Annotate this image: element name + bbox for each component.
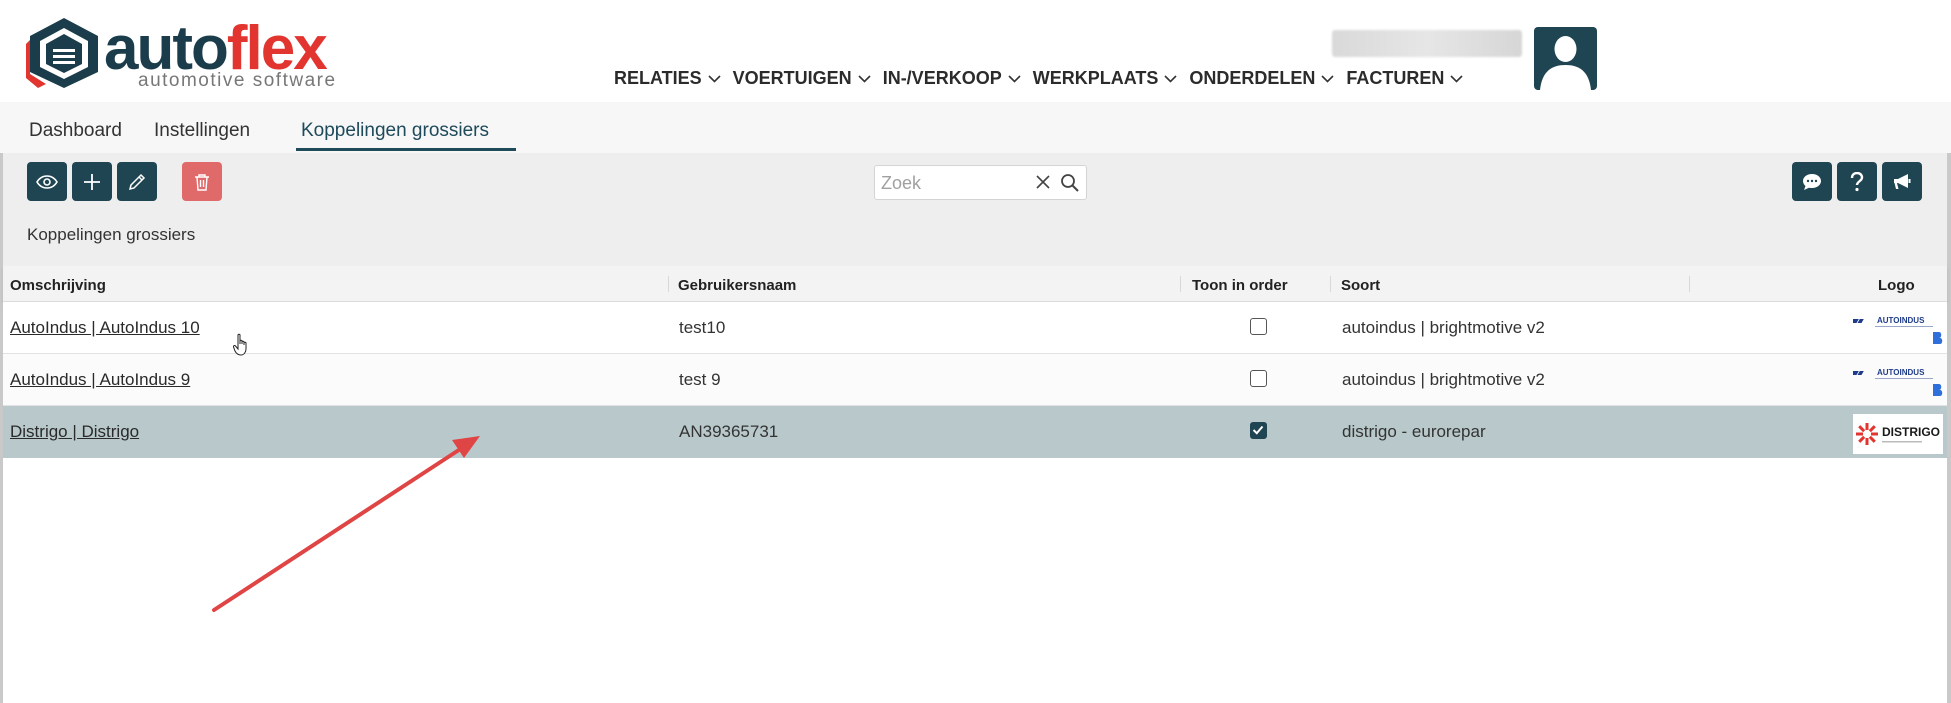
nav-facturen[interactable]: FACTUREN [1346,68,1463,89]
table-row[interactable]: AutoIndus | AutoIndus 10 test10 autoindu… [3,302,1947,354]
table-row[interactable]: AutoIndus | AutoIndus 9 test 9 autoindus… [3,354,1947,406]
row-soort: autoindus | brightmotive v2 [1342,318,1545,337]
delete-button[interactable] [182,162,222,201]
row-soort: autoindus | brightmotive v2 [1342,370,1545,389]
column-header-logo[interactable]: Logo [1878,277,1915,294]
logo-text: AUTOINDUS [1877,368,1925,377]
chevron-down-icon [708,74,721,83]
garage-logo-icon [26,18,98,88]
tab-koppelingen-grossiers[interactable]: Koppelingen grossiers [301,120,489,142]
chevron-down-icon [1321,74,1334,83]
checkmark-icon [1252,425,1264,435]
nav-label: ONDERDELEN [1189,68,1316,88]
megaphone-icon [1894,173,1911,189]
logo-text: AUTOINDUS [1877,316,1925,325]
row-omschrijving-link[interactable]: AutoIndus | AutoIndus 9 [10,370,190,390]
nav-voertuigen[interactable]: VOERTUIGEN [733,68,871,89]
user-name-redacted [1332,30,1522,57]
help-button[interactable] [1837,162,1877,201]
nav-label: VOERTUIGEN [732,68,852,88]
user-avatar[interactable] [1534,27,1597,90]
autoindus-logo: AUTOINDUS [1853,368,1943,396]
search-box [874,165,1087,200]
trash-icon [195,173,209,191]
nav-label: IN-/VERKOOP [882,68,1002,88]
clear-icon[interactable] [1035,174,1051,190]
row-omschrijving-link[interactable]: Distrigo | Distrigo [10,422,139,442]
logo-text: DISTRIGO [1882,425,1940,439]
toon-in-order-checkbox-checked[interactable] [1250,422,1267,439]
column-resizer[interactable] [668,276,669,292]
plus-icon [84,173,100,190]
question-icon [1850,171,1864,191]
distrigo-logo: DISTRIGO [1853,414,1943,454]
chevron-down-icon [1450,74,1463,83]
toon-in-order-checkbox[interactable] [1250,370,1267,387]
active-tab-indicator [296,148,516,151]
table-row-selected[interactable]: Distrigo | Distrigo AN39365731 distrigo … [3,406,1947,458]
pencil-icon [128,173,146,190]
row-soort: distrigo - eurorepar [1342,422,1486,441]
main-navigation: RELATIES VOERTUIGEN IN-/VERKOOP WERKPLAA… [614,68,1475,89]
nav-relaties[interactable]: RELATIES [614,68,721,89]
user-silhouette-icon [1540,36,1591,90]
chevron-down-icon [1164,74,1177,83]
tab-bar: Dashboard Instellingen Koppelingen gross… [0,102,1951,153]
row-gebruikersnaam: AN39365731 [679,422,779,441]
autoflex-logo[interactable]: autoflex automotive software [24,16,344,92]
column-header-soort[interactable]: Soort [1341,277,1380,294]
column-header-toon-in-order[interactable]: Toon in order [1192,277,1288,294]
hand-cursor-icon [233,333,247,356]
section-title: Koppelingen grossiers [27,225,196,244]
toon-in-order-checkbox[interactable] [1250,318,1267,335]
eye-icon [36,174,58,189]
logo-tagline: automotive software [138,70,337,91]
app-header: autoflex automotive software RELATIES VO… [0,0,1951,102]
nav-in-verkoop[interactable]: IN-/VERKOOP [883,68,1021,89]
announcements-button[interactable] [1882,162,1922,201]
row-gebruikersnaam: test 9 [679,370,721,389]
nav-label: WERKPLAATS [1032,68,1159,88]
search-input[interactable] [881,171,1031,195]
add-button[interactable] [72,162,112,201]
chevron-down-icon [858,74,871,83]
nav-label: RELATIES [614,68,702,88]
nav-onderdelen[interactable]: ONDERDELEN [1189,68,1334,89]
column-header-gebruikersnaam[interactable]: Gebruikersnaam [678,277,796,294]
row-gebruikersnaam: test10 [679,318,726,337]
nav-werkplaats[interactable]: WERKPLAATS [1033,68,1178,89]
column-resizer[interactable] [1689,276,1690,292]
chat-button[interactable] [1792,162,1832,201]
view-button[interactable] [27,162,67,201]
nav-label: FACTUREN [1346,68,1445,88]
column-resizer[interactable] [1180,276,1181,292]
chat-icon [1803,173,1821,190]
autoindus-logo: AUTOINDUS [1853,316,1943,344]
search-icon[interactable] [1060,173,1080,193]
tab-dashboard[interactable]: Dashboard [29,120,122,142]
edit-button[interactable] [117,162,157,201]
tab-instellingen[interactable]: Instellingen [154,120,250,142]
row-omschrijving-link[interactable]: AutoIndus | AutoIndus 10 [10,318,200,338]
chevron-down-icon [1008,74,1021,83]
column-header-omschrijving[interactable]: Omschrijving [10,277,106,294]
table-header: Omschrijving Gebruikersnaam Toon in orde… [3,266,1947,302]
column-resizer[interactable] [1330,276,1331,292]
